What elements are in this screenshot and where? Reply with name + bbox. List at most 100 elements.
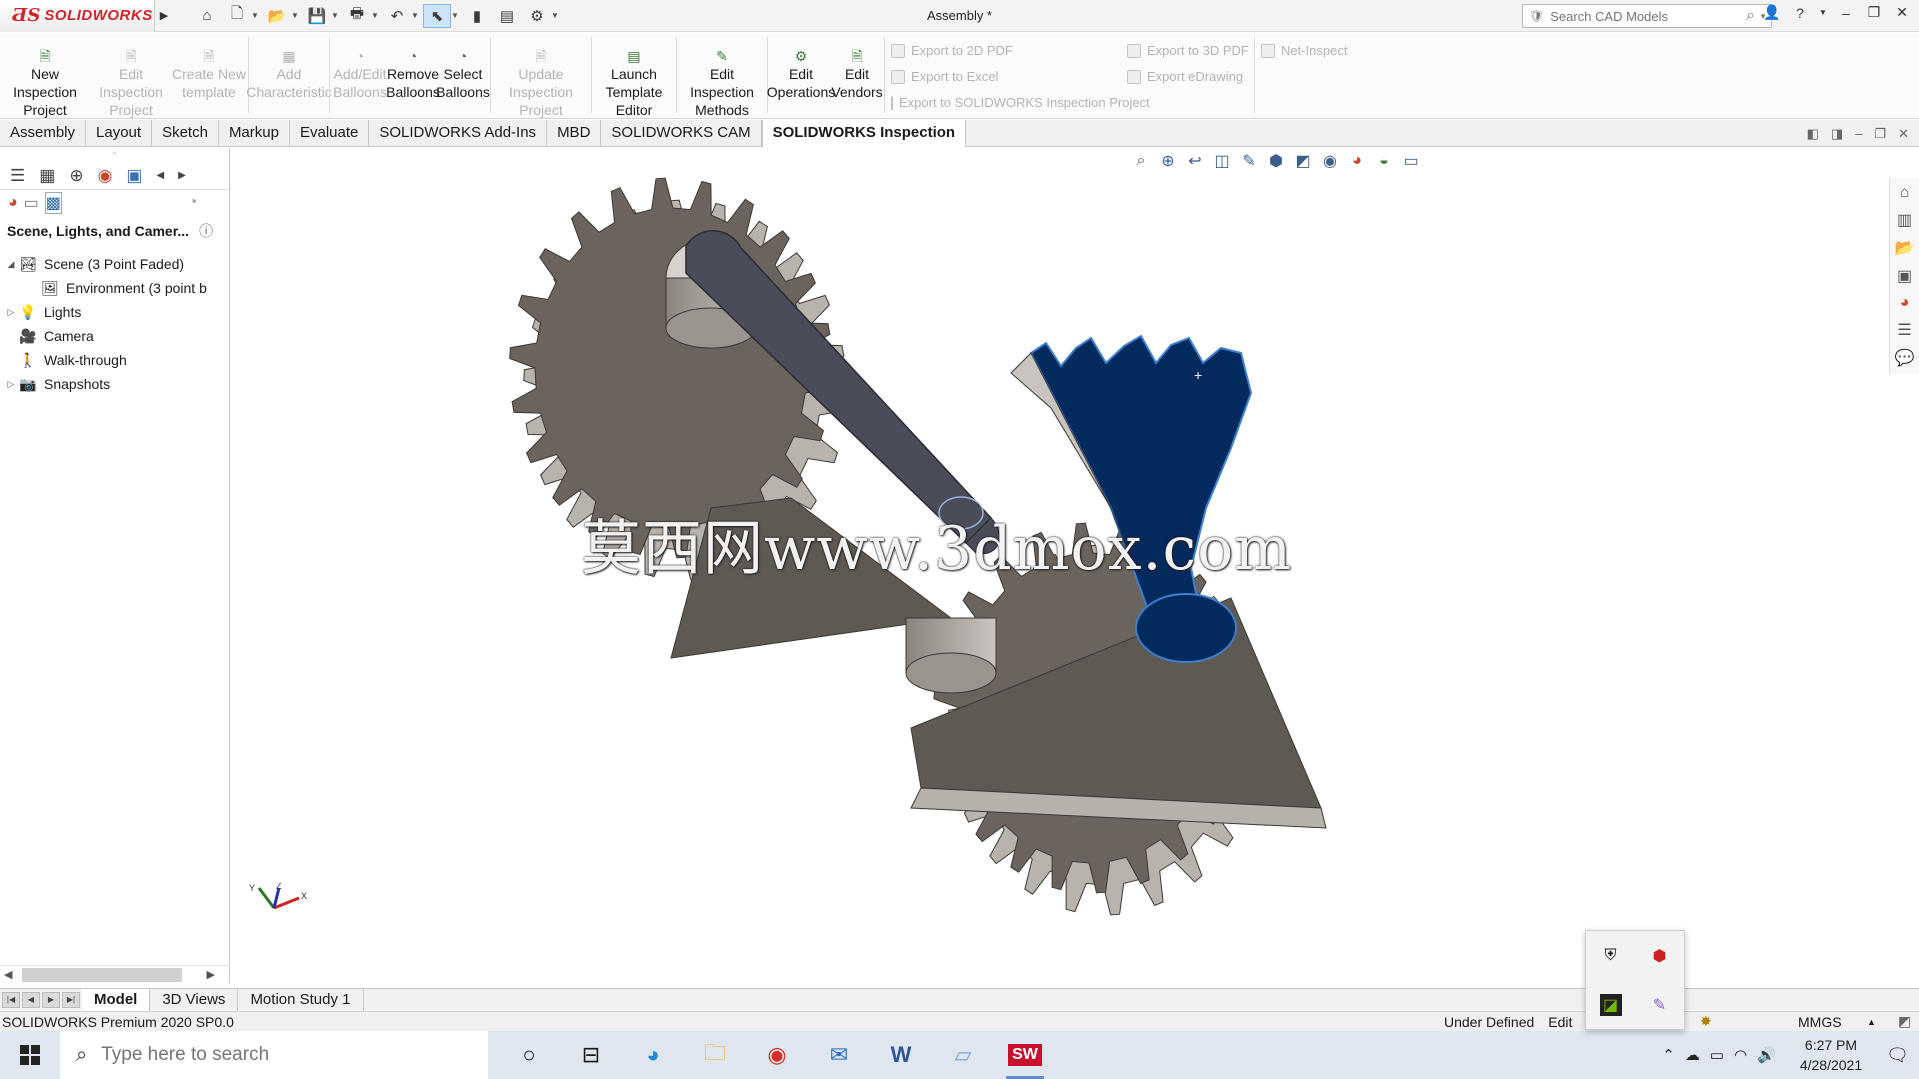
scroll-right-icon[interactable]: ▶ — [178, 170, 186, 181]
battery-icon[interactable]: ▭ — [1710, 1046, 1724, 1064]
tab-solidworks-inspection[interactable]: SOLIDWORKS Inspection — [761, 120, 967, 147]
scrollbar-thumb[interactable] — [22, 967, 183, 982]
edit-inspection-methods-button[interactable]: ✎ Edit Inspection Methods — [679, 33, 765, 118]
export-right-item-1[interactable]: Export eDrawing — [1127, 67, 1252, 86]
appearance-manager-icon[interactable]: ◉ — [98, 166, 113, 186]
prev-tab-icon[interactable]: ◀ — [22, 991, 40, 1008]
search-input[interactable] — [1550, 8, 1747, 24]
doc-minimize-icon[interactable]: – — [1855, 126, 1862, 142]
task-view-icon[interactable]: ⊟ — [560, 1031, 622, 1079]
minimize-icon[interactable]: – — [1837, 5, 1855, 21]
solidworks-resources-icon[interactable]: ⌂ — [1900, 184, 1910, 202]
export-item-1[interactable]: Export to Excel — [891, 67, 1127, 86]
edit-inspection-project-button[interactable]: 🗎 Edit Inspection Project — [90, 33, 172, 118]
edge-icon[interactable]: ◕ — [622, 1031, 684, 1079]
options-gear-icon[interactable]: ⚙ — [523, 4, 551, 28]
solidworks-forum-icon[interactable]: 💬 — [1895, 348, 1915, 368]
design-library-icon[interactable]: ▥ — [1897, 210, 1912, 230]
bottom-tab-3d-views[interactable]: 3D Views — [150, 988, 239, 1011]
tab-evaluate[interactable]: Evaluate — [290, 120, 370, 146]
help-dropdown-caret[interactable]: ▼ — [1819, 8, 1827, 17]
tooltip-icon[interactable]: ◩ — [1898, 1013, 1911, 1030]
custom-properties-icon[interactable]: ☰ — [1897, 320, 1911, 340]
search-icon[interactable]: ⌕ — [1746, 7, 1755, 25]
notes-icon[interactable]: ▱ — [932, 1031, 994, 1079]
tab-assembly[interactable]: Assembly — [0, 120, 87, 146]
tab-layout[interactable]: Layout — [86, 120, 153, 146]
traffic-light-icon[interactable]: ▮ — [463, 4, 491, 28]
net-inspect-button[interactable]: Net-Inspect — [1261, 41, 1347, 60]
tile-left-icon[interactable]: ◧ — [1807, 126, 1819, 142]
tree-item[interactable]: 🎥 Camera — [0, 324, 229, 348]
doc-close-icon[interactable]: ✕ — [1898, 126, 1909, 142]
tab-sketch[interactable]: Sketch — [152, 120, 219, 146]
panel-filter-icon[interactable]: ◔ — [188, 194, 198, 212]
export-item-0[interactable]: Export to 2D PDF — [891, 41, 1127, 60]
add-characteristic-button[interactable]: ▦ Add Characteristic — [246, 33, 332, 118]
tree-item[interactable]: ▷ 📷 Snapshots — [0, 372, 229, 396]
tab-solidworks-cam[interactable]: SOLIDWORKS CAM — [601, 120, 762, 146]
print-dropdown-caret[interactable]: ▼ — [371, 11, 381, 20]
antivirus-icon[interactable]: ⬢ — [1649, 945, 1671, 967]
search-scope-icon[interactable]: 🛡 — [1529, 9, 1544, 23]
undo-dropdown-caret[interactable]: ▼ — [411, 11, 421, 20]
tree-item[interactable]: ▷ 💡 Lights — [0, 300, 229, 324]
select-pointer-icon[interactable]: ⬉ — [423, 3, 451, 28]
print-icon[interactable]: 🖶 — [343, 4, 371, 28]
panel-horizontal-scrollbar[interactable]: ◀ ▶ — [0, 965, 230, 983]
tree-item[interactable]: 🖼 Environment (3 point b — [0, 276, 229, 300]
launch-template-editor-button[interactable]: ▤ Launch Template Editor — [594, 33, 674, 118]
new-dropdown-caret[interactable]: ▼ — [251, 11, 261, 20]
tree-item[interactable]: 🚶 Walk-through — [0, 348, 229, 372]
file-explorer-taskbar-icon[interactable]: 🗀 — [684, 1031, 746, 1079]
units-caret-icon[interactable]: ▲ — [1867, 1017, 1876, 1027]
edit-operations-button[interactable]: ⚙ Edit Operations — [767, 33, 835, 118]
rebuild-icon[interactable]: ✸ — [1700, 1013, 1712, 1030]
scene-lights-cameras-icon[interactable]: ▩ — [44, 192, 62, 214]
save-dropdown-caret[interactable]: ▼ — [331, 11, 341, 20]
help-circle-icon[interactable]: ⓘ — [199, 221, 213, 241]
tab-markup[interactable]: Markup — [219, 120, 290, 146]
last-tab-icon[interactable]: ▶| — [62, 991, 80, 1008]
word-icon[interactable]: W — [870, 1031, 932, 1079]
user-account-icon[interactable]: 👤 — [1763, 4, 1781, 21]
nvidia-icon[interactable]: ◪ — [1599, 993, 1622, 1016]
expand-arrow-icon[interactable]: ▷ — [4, 307, 18, 318]
close-icon[interactable]: ✕ — [1893, 4, 1911, 21]
pen-tool-icon[interactable]: ✎ — [1649, 994, 1671, 1016]
edit-vendors-button[interactable]: 🗎 Edit Vendors — [831, 33, 882, 118]
solidworks-logo[interactable]: ƋS SOLIDWORKS — [0, 0, 155, 32]
tab-solidworks-add-ins[interactable]: SOLIDWORKS Add-Ins — [369, 120, 548, 146]
wifi-icon[interactable]: ◠ — [1734, 1046, 1747, 1064]
panel-grip[interactable]: ◦ — [0, 148, 229, 162]
add-edit-balloons-button[interactable]: ◔ Add/Edit Balloons — [332, 33, 388, 118]
scroll-left-arrow-icon[interactable]: ◀ — [4, 968, 12, 981]
tab-mbd[interactable]: MBD — [547, 120, 602, 146]
export-right-item-0[interactable]: Export to 3D PDF — [1127, 41, 1252, 60]
bottom-tab-motion-study-1[interactable]: Motion Study 1 — [238, 988, 364, 1011]
doc-restore-icon[interactable]: ❐ — [1874, 126, 1886, 142]
help-icon[interactable]: ? — [1791, 5, 1809, 21]
clock[interactable]: 6:27 PM 4/28/2021 — [1800, 1035, 1862, 1075]
taskbar-search-input[interactable] — [101, 1044, 432, 1066]
save-icon[interactable]: 💾 — [303, 4, 331, 28]
cortana-icon[interactable]: ○ — [498, 1031, 560, 1079]
notifications-icon[interactable]: 🗨 — [1886, 1045, 1909, 1066]
mail-icon[interactable]: ✉ — [808, 1031, 870, 1079]
restore-icon[interactable]: ❐ — [1865, 4, 1883, 21]
undo-icon[interactable]: ↶ — [383, 4, 411, 28]
collapse-arrow-icon[interactable]: ◢ — [4, 259, 18, 270]
security-shield-icon[interactable]: ⛨ — [1600, 945, 1622, 967]
expand-arrow-icon[interactable]: ▷ — [4, 379, 18, 390]
onedrive-icon[interactable]: ☁ — [1685, 1046, 1700, 1064]
graphics-area[interactable]: ⌕ ⊕ ↩ ◫ ✎ ⬢ ◩ ◉ ◕ ◒ ▭ + 莫西网www.3dmox.com… — [231, 148, 1919, 983]
open-folder-icon[interactable]: 📂 — [263, 4, 291, 28]
solidworks-taskbar-icon[interactable]: SW — [994, 1031, 1056, 1079]
new-inspection-project-button[interactable]: 🗎 New Inspection Project — [0, 33, 90, 118]
tile-right-icon[interactable]: ◨ — [1831, 126, 1843, 142]
next-tab-icon[interactable]: ▶ — [42, 991, 60, 1008]
search-cad-models[interactable]: 🛡 ⌕ ▼ — [1522, 4, 1772, 28]
new-document-icon[interactable]: 🗋 — [223, 4, 251, 28]
gear-assembly-model[interactable]: + — [231, 148, 1919, 983]
bottom-tab-model[interactable]: Model — [82, 988, 151, 1011]
